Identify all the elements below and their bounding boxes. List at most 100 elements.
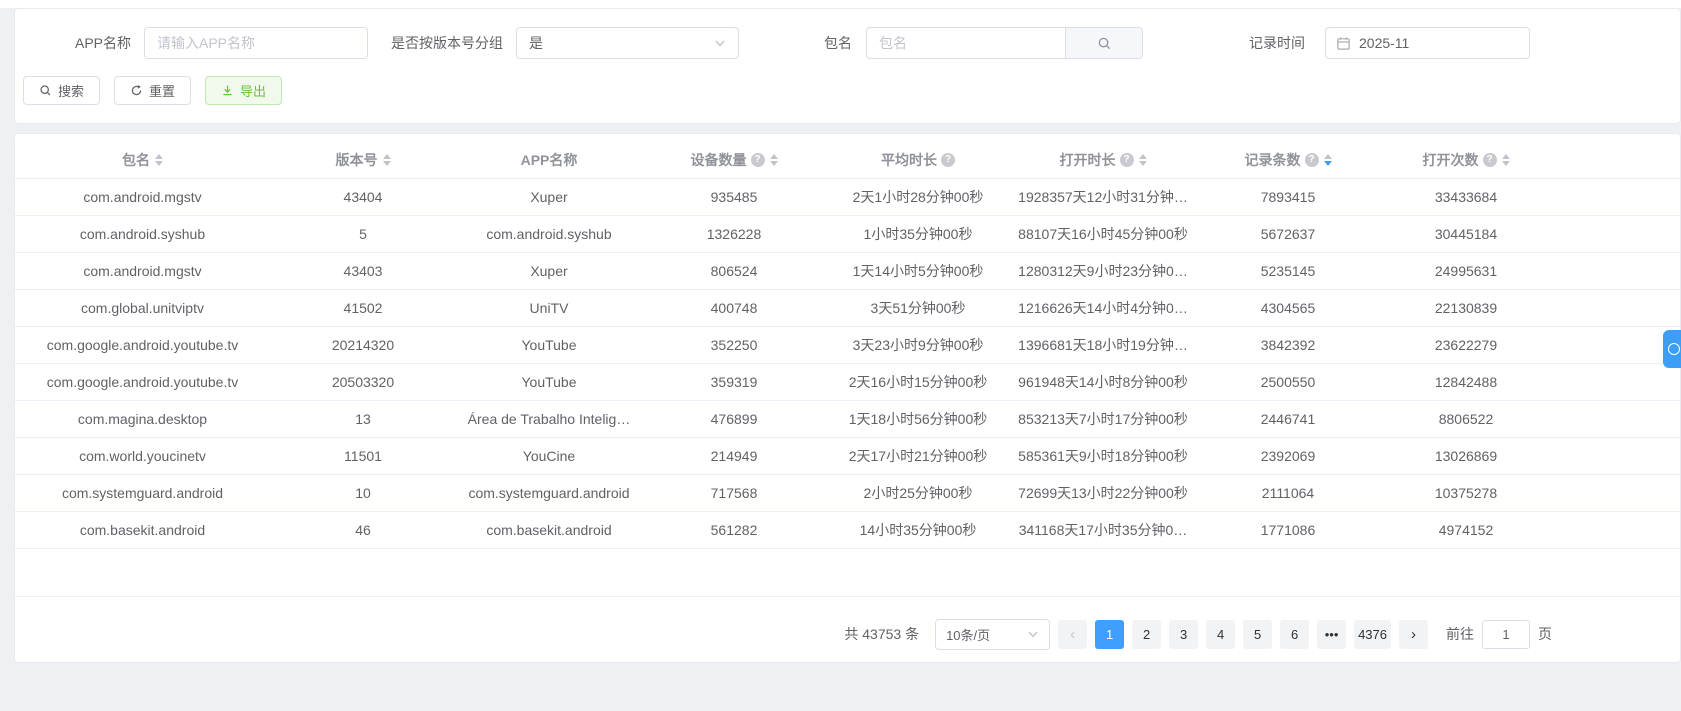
table-row: com.basekit.android 46 com.basekit.android… [15,511,1680,549]
table-cell: com.global.unitviptv [15,289,270,327]
page-button-4376[interactable]: 4376 [1354,619,1391,649]
table-cell: 1天18小时56分钟00秒 [826,400,1010,438]
pagination-total: 共 43753 条 [844,626,920,642]
page-size-value: 10条/页 [946,627,991,643]
download-icon [223,85,232,96]
table-cell: 8806522 [1380,400,1552,438]
page-button-5[interactable]: 5 [1243,619,1273,649]
next-page-button[interactable]: › [1399,619,1428,649]
sort-caret [155,153,163,166]
sort-caret [1138,153,1147,166]
column-header-1[interactable]: 包名 [15,142,270,179]
table-cell: 46 [270,511,456,549]
package-search-button[interactable] [1066,27,1143,59]
table-cell: YouCine [456,437,642,475]
filter-row: APP名称 是否按版本号分组 是 包名 记录时间 [15,27,1680,59]
table-cell: 1216626天14小时4分钟0… [1010,289,1196,327]
search-icon [1098,37,1110,49]
table-cell: com.android.syshub [456,215,642,253]
export-button-label: 导出 [240,84,267,99]
calendar-icon [1337,36,1350,50]
table-row: com.android.syshub 5 com.android.syshub 132… [15,215,1680,253]
page-button-3[interactable]: 3 [1169,619,1199,649]
reset-button[interactable]: 重置 [114,76,192,105]
table-cell: 2500550 [1196,363,1380,401]
search-icon [40,85,51,96]
table-cell: 4304565 [1196,289,1380,327]
table-row: com.magina.desktop 13 Área de Trabalho Int… [15,400,1680,438]
table-cell: 585361天9小时18分钟00秒 [1010,437,1196,475]
package-name-input[interactable] [866,27,1066,59]
table-row: com.android.mgstv 43403 Xuper 806524 1天14小时5… [15,252,1680,290]
prev-page-button[interactable]: ‹ [1058,619,1088,649]
search-button[interactable]: 搜索 [23,76,101,105]
table-spacer [15,549,1680,597]
table-cell: com.basekit.android [15,511,270,549]
table-cell: 7893415 [1196,178,1380,216]
page-button-4[interactable]: 4 [1206,619,1236,649]
filler-cell [1552,511,1680,549]
column-header-4[interactable]: 设备数量? [642,142,826,179]
column-header-6[interactable]: 打开时长? [1010,142,1196,179]
table-cell: com.world.youcinetv [15,437,270,475]
table-cell: 1928357天12小时31分钟… [1010,178,1196,216]
table-cell: 2446741 [1196,400,1380,438]
table-cell: 5672637 [1196,215,1380,253]
column-header-5: 平均时长? [826,142,1010,179]
table-row: com.google.android.youtube.tv 20503320 You… [15,363,1680,401]
more-pages-button[interactable]: ••• [1317,619,1347,649]
table-cell: com.android.mgstv [15,178,270,216]
goto-label: 前往 [1446,626,1474,642]
column-header-8[interactable]: 打开次数? [1380,142,1552,179]
table-cell: 30445184 [1380,215,1552,253]
table-cell: 1771086 [1196,511,1380,549]
table-row: com.global.unitviptv 41502 UniTV 400748 3天51… [15,289,1680,327]
filler-cell [1552,474,1680,512]
sort-caret [1501,153,1510,166]
goto-page-input[interactable] [1482,619,1530,649]
pagination: 共 43753 条 10条/页 ‹ 123456•••4376 › 前往 页 [15,618,1680,650]
page-size-select[interactable]: 10条/页 [935,618,1051,650]
page-button-6[interactable]: 6 [1280,619,1310,649]
table-body: com.android.mgstv 43404 Xuper 935485 2天1小时28… [15,178,1680,549]
table-panel: 包名 版本号 APP名称 设备数量? 平均时长? 打开时长? 记录条数? 打开次数? com.… [14,133,1681,663]
table-cell: 43404 [270,178,456,216]
table-row: com.world.youcinetv 11501 YouCine 214949 2天1… [15,437,1680,475]
table-cell: 2111064 [1196,474,1380,512]
column-label: 打开时长 [1059,151,1116,168]
group-by-version-value: 是 [529,35,543,51]
page-button-1[interactable]: 1 [1095,619,1125,649]
table-cell: 20503320 [270,363,456,401]
table-cell: 11501 [270,437,456,475]
filler-cell [1552,252,1680,290]
column-header-2[interactable]: 版本号 [270,142,456,179]
question-icon: ? [1482,152,1497,167]
search-button-label: 搜索 [58,84,85,99]
table-cell: com.basekit.android [456,511,642,549]
package-name-label: 包名 [824,35,852,51]
table-cell: 5 [270,215,456,253]
column-header-7[interactable]: 记录条数? [1196,142,1380,179]
table-cell: UniTV [456,289,642,327]
floating-side-tab[interactable] [1663,330,1681,368]
page-buttons: 1 2 3 4 5 6 ••• 4376 [1095,619,1391,649]
table-cell: 13 [270,400,456,438]
table-cell: 14小时35分钟00秒 [826,511,1010,549]
table-cell: 22130839 [1380,289,1552,327]
sort-caret [382,153,391,166]
export-button[interactable]: 导出 [205,76,283,105]
table-cell: 214949 [642,437,826,475]
column-label: 平均时长 [881,151,937,168]
table-header-row: 包名 版本号 APP名称 设备数量? 平均时长? 打开时长? 记录条数? 打开次数? [15,142,1680,179]
table-cell: Xuper [456,252,642,290]
record-time-picker[interactable]: 2025-11 [1325,27,1530,59]
table-cell: 717568 [642,474,826,512]
column-label: 版本号 [335,151,378,168]
table-cell: 2天17小时21分钟00秒 [826,437,1010,475]
page-button-2[interactable]: 2 [1132,619,1162,649]
app-name-input[interactable] [144,27,368,59]
table-cell: 10375278 [1380,474,1552,512]
filler-cell [1552,215,1680,253]
table-cell: 853213天7小时17分钟00秒 [1010,400,1196,438]
group-by-version-select[interactable]: 是 [516,27,739,59]
